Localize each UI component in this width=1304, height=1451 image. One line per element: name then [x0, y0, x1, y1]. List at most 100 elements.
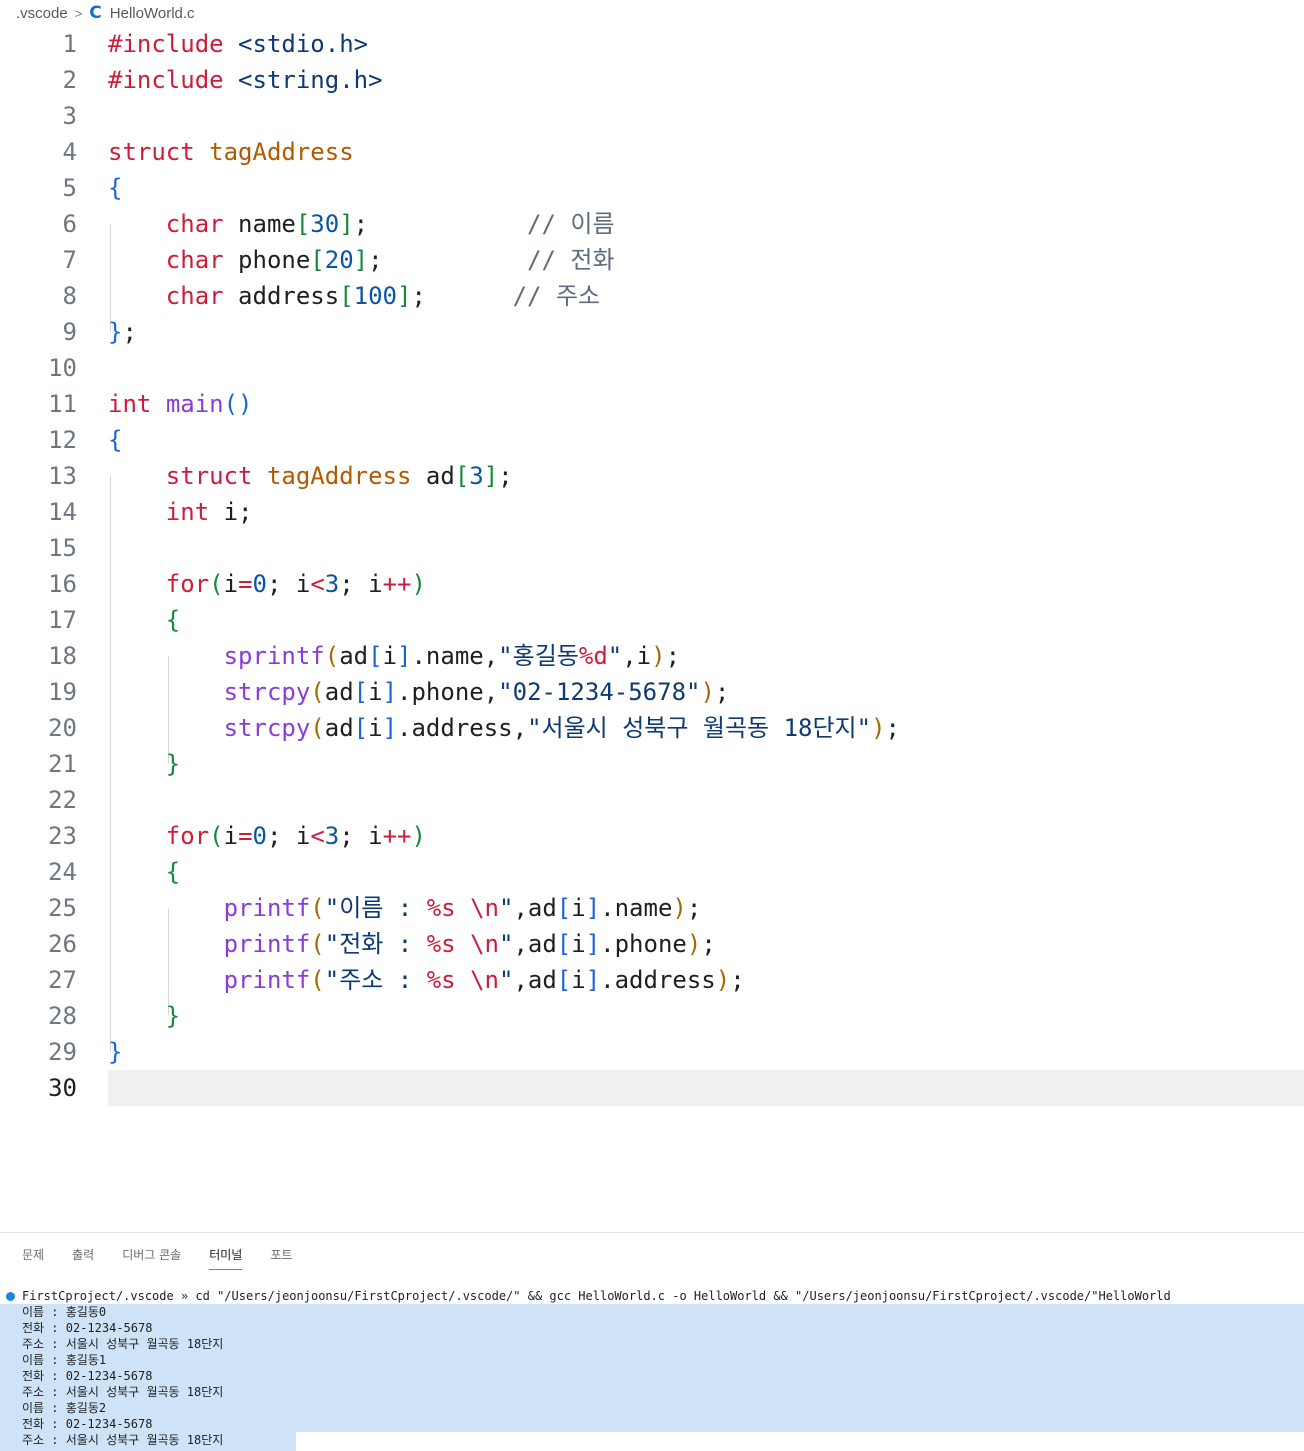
code-line[interactable]: 6 char name[30]; // 이름 — [0, 206, 1304, 242]
code-line[interactable]: 30 — [0, 1070, 1304, 1106]
code-line[interactable]: 14 int i; — [0, 494, 1304, 530]
line-number: 19 — [48, 678, 77, 706]
code-line[interactable]: 17 { — [0, 602, 1304, 638]
terminal-selection — [0, 1304, 1304, 1432]
line-number: 26 — [48, 930, 77, 958]
code-token: int — [108, 390, 152, 418]
code-token: ; — [122, 318, 137, 346]
code-token: i — [382, 642, 398, 670]
code-line[interactable]: 10 — [0, 350, 1304, 386]
code-line[interactable]: 23 for(i=0; i<3; i++) — [0, 818, 1304, 854]
code-line[interactable]: 8 char address[100]; // 주소 — [0, 278, 1304, 314]
code-editor[interactable]: 1 #include <stdio.h> 2 #include <string.h> 3… — [0, 26, 1304, 1231]
code-line[interactable]: 5{ — [0, 170, 1304, 206]
code-line[interactable]: 21 } — [0, 746, 1304, 782]
code-text: } — [108, 1034, 122, 1070]
code-token: \n — [470, 894, 499, 922]
line-number: 11 — [48, 390, 77, 418]
code-text: int main() — [108, 386, 253, 422]
code-text: printf("주소 : %s \n",ad[i].address); — [108, 962, 745, 998]
code-line[interactable]: 13 struct tagAddress ad[3]; — [0, 458, 1304, 494]
code-token: %s — [426, 966, 456, 994]
code-token: name — [223, 210, 296, 238]
code-token: "02-1234-5678" — [498, 678, 701, 706]
code-token: .name — [600, 894, 673, 922]
code-line[interactable]: 9}; — [0, 314, 1304, 350]
code-token: \n — [470, 930, 499, 958]
code-token: ; — [730, 966, 745, 994]
code-token: ; i — [339, 570, 383, 598]
code-line[interactable]: 2 #include <string.h> — [0, 62, 1304, 98]
code-line[interactable]: 24 { — [0, 854, 1304, 890]
code-token: ] — [585, 930, 601, 958]
panel-tab[interactable]: 디버그 콘솔 — [122, 1233, 181, 1277]
code-token: ( — [310, 930, 325, 958]
code-line[interactable]: 16 for(i=0; i<3; i++) — [0, 566, 1304, 602]
line-number: 21 — [48, 750, 77, 778]
code-line[interactable]: 28 } — [0, 998, 1304, 1034]
code-text: for(i=0; i<3; i++) — [108, 818, 426, 854]
code-text: strcpy(ad[i].address,"서울시 성북구 월곡동 18단지")… — [108, 710, 900, 746]
breadcrumb-folder[interactable]: .vscode — [16, 5, 68, 22]
code-line[interactable]: 7 char phone[20]; // 전화 — [0, 242, 1304, 278]
code-line[interactable]: 15 — [0, 530, 1304, 566]
code-line[interactable]: 29} — [0, 1034, 1304, 1070]
code-token: .address — [600, 966, 716, 994]
line-number: 5 — [62, 174, 77, 202]
code-token: { — [108, 174, 123, 202]
code-line[interactable]: 1 #include <stdio.h> — [0, 26, 1304, 62]
code-line[interactable]: 25 printf("이름 : %s \n",ad[i].name); — [0, 890, 1304, 926]
code-line[interactable]: 3 — [0, 98, 1304, 134]
code-token: [ — [353, 678, 369, 706]
code-token: 20 — [324, 246, 354, 274]
code-line[interactable]: 18 sprintf(ad[i].name,"홍길동%d",i); — [0, 638, 1304, 674]
code-text: struct tagAddress — [108, 134, 354, 170]
code-text: strcpy(ad[i].phone,"02-1234-5678"); — [108, 674, 730, 710]
code-token: < — [310, 822, 325, 850]
code-line[interactable]: 11 int main() — [0, 386, 1304, 422]
line-number: 10 — [48, 354, 77, 382]
panel-tab[interactable]: 문제 — [22, 1233, 44, 1277]
breadcrumb-file[interactable]: HelloWorld.c — [110, 5, 195, 22]
code-text: }; — [108, 314, 137, 350]
code-token: printf — [223, 966, 311, 994]
code-line[interactable]: 22 — [0, 782, 1304, 818]
line-number: 7 — [62, 246, 77, 274]
code-token: "서울시 성북구 월곡동 18단지" — [527, 714, 872, 742]
code-line[interactable]: 4 struct tagAddress — [0, 134, 1304, 170]
code-token: // 주소 — [512, 282, 601, 310]
code-token: ) — [715, 966, 731, 994]
code-token: [ — [353, 714, 369, 742]
code-line[interactable]: 19 strcpy(ad[i].phone,"02-1234-5678"); — [0, 674, 1304, 710]
command-status-dot-icon[interactable] — [6, 1292, 15, 1301]
code-token: "이름 : — [324, 894, 427, 922]
panel-tab[interactable]: 터미널 — [209, 1233, 243, 1277]
code-token: ; — [665, 642, 681, 670]
line-number: 15 — [48, 534, 77, 562]
terminal[interactable]: FirstCproject/.vscode » cd "/Users/jeonj… — [0, 1288, 1304, 1451]
code-line[interactable]: 27 printf("주소 : %s \n",ad[i].address); — [0, 962, 1304, 998]
panel-tab[interactable]: 출력 — [72, 1233, 94, 1277]
terminal-output-line: 전화 : 02-1234-5678 — [22, 1321, 153, 1335]
panel-tab[interactable]: 포트 — [270, 1233, 292, 1277]
code-line[interactable]: 26 printf("전화 : %s \n",ad[i].phone); — [0, 926, 1304, 962]
code-token: = — [238, 822, 253, 850]
code-token: 0 — [252, 822, 267, 850]
code-line[interactable]: 20 strcpy(ad[i].address,"서울시 성북구 월곡동 18단… — [0, 710, 1304, 746]
code-token: " — [498, 966, 514, 994]
code-token: ; i — [266, 822, 311, 850]
code-line[interactable]: 12 { — [0, 422, 1304, 458]
code-token: ; — [498, 462, 513, 490]
terminal-output-line: 이름 : 홍길동2 — [22, 1401, 107, 1415]
code-text: char name[30]; // 이름 — [108, 206, 615, 242]
terminal-output-line: 이름 : 홍길동1 — [22, 1353, 107, 1367]
